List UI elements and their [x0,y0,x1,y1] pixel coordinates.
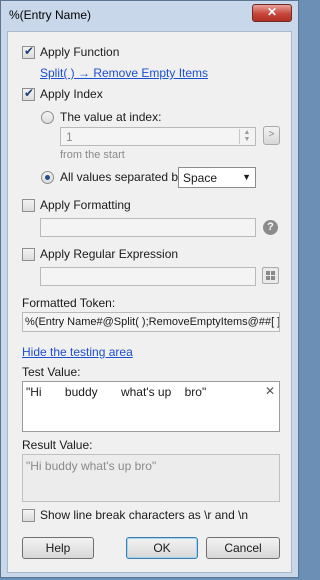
chevron-down-icon: ▼ [242,172,251,182]
result-value-field: "Hi buddy what's up bro" [22,454,280,502]
regex-field[interactable] [40,267,256,286]
line-breaks-checkbox[interactable] [22,509,35,522]
ok-button-label: OK [153,541,171,555]
line-breaks-label: Show line break characters as \r and \n [40,508,249,522]
spin-down-icon: ▼ [243,136,251,143]
apply-index-label: Apply Index [40,87,103,101]
formatting-field[interactable] [40,218,256,237]
from-start-label: from the start [60,149,125,161]
apply-regex-checkbox[interactable] [22,248,35,261]
separator-value: Space [183,171,218,185]
cancel-button-label: Cancel [224,541,262,555]
result-value-label: Result Value: [22,438,93,452]
separator-select[interactable]: Space ▼ [178,167,256,188]
dialog-window: %(Entry Name) ✕ Apply Function Split( ) … [0,0,299,578]
regex-builder-icon[interactable] [262,267,279,284]
apply-formatting-label: Apply Formatting [40,198,131,212]
help-icon-glyph: ? [267,221,274,233]
grid-icon [266,271,275,280]
formatted-token-field[interactable]: %(Entry Name#@Split( );RemoveEmptyItems@… [22,312,280,332]
apply-function-checkbox[interactable] [22,44,35,59]
test-value-text: "Hi buddy what's up bro" [26,385,207,399]
close-icon: ✕ [266,5,278,19]
function-link[interactable]: Split( ) → Remove Empty Items [40,66,208,80]
dialog-content: Apply Function Split( ) → Remove Empty I… [7,31,292,573]
help-button[interactable]: Help [22,537,94,559]
test-value-input[interactable]: "Hi buddy what's up bro" ✕ [22,381,280,432]
formatted-token-label: Formatted Token: [22,296,116,310]
apply-regex-label: Apply Regular Expression [40,247,179,261]
hide-testing-link[interactable]: Hide the testing area [22,345,133,359]
formatted-token-value: %(Entry Name#@Split( );RemoveEmptyItems@… [25,316,280,328]
all-values-label: All values separated by: [60,170,188,184]
title-bar: %(Entry Name) ✕ [1,1,298,29]
cancel-button[interactable]: Cancel [206,537,280,559]
index-next-button[interactable]: > [263,126,280,145]
window-title: %(Entry Name) [9,8,92,22]
value-at-index-label: The value at index: [60,110,162,124]
help-icon[interactable]: ? [263,220,278,235]
index-value-text: 1 [66,130,73,144]
spin-up-icon: ▲ [243,129,251,136]
result-value-text: "Hi buddy what's up bro" [26,459,157,473]
all-values-radio[interactable] [41,171,54,184]
index-value-field[interactable]: 1 ▲ ▼ [60,127,256,146]
test-value-label: Test Value: [22,365,81,379]
help-button-label: Help [45,541,71,555]
ok-button[interactable]: OK [126,537,198,559]
value-at-index-radio[interactable] [41,111,54,124]
index-spinner[interactable]: ▲ ▼ [239,129,254,144]
clear-icon[interactable]: ✕ [265,384,275,398]
apply-formatting-checkbox[interactable] [22,199,35,212]
apply-function-label: Apply Function [40,45,120,59]
apply-index-checkbox[interactable] [22,86,35,101]
close-button[interactable]: ✕ [252,4,292,22]
